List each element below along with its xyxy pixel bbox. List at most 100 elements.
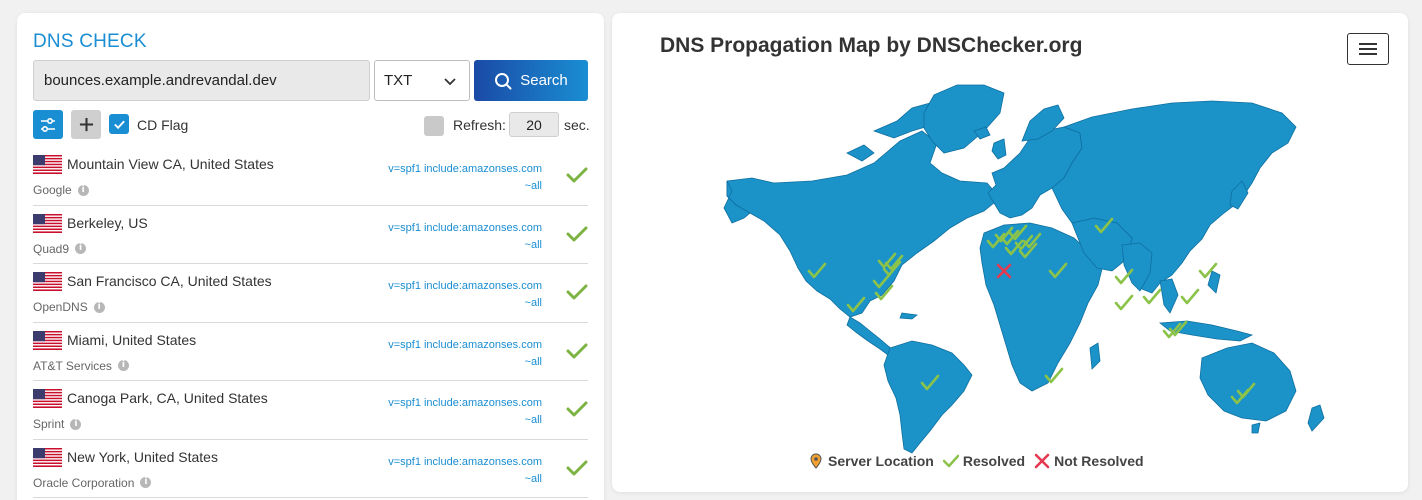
refresh-checkbox[interactable]	[424, 116, 444, 136]
menu-line	[1359, 48, 1377, 50]
map-markers	[807, 217, 1256, 405]
server-list: Mountain View CA, United States Google i…	[33, 147, 588, 498]
record-value: v=spf1 include:amazonses.com ~all	[382, 220, 542, 254]
sliders-icon	[41, 117, 55, 132]
hamburger-menu-button[interactable]	[1347, 33, 1389, 65]
domain-input[interactable]	[33, 60, 370, 101]
record-value: v=spf1 include:amazonses.com ~all	[382, 337, 542, 371]
provider-name: Oracle Corporation	[33, 475, 135, 490]
refresh-label: Refresh:	[453, 117, 506, 133]
us-flag-icon	[33, 330, 62, 350]
resolved-marker[interactable]	[872, 272, 892, 289]
us-flag-icon	[33, 389, 62, 408]
resolved-marker[interactable]	[1142, 288, 1162, 305]
provider-name: AT&T Services	[33, 358, 112, 373]
record-line: ~all	[524, 238, 542, 251]
resolved-marker[interactable]	[1044, 367, 1064, 384]
location-pin-icon	[810, 453, 822, 469]
search-button-label: Search	[520, 72, 568, 89]
server-row: San Francisco CA, United States OpenDNS …	[33, 264, 588, 323]
info-icon[interactable]: i	[117, 360, 129, 371]
map-legend: Server Location Resolved Not Resolved	[808, 453, 1144, 469]
search-button[interactable]: Search	[474, 60, 588, 101]
record-line: v=spf1 include:amazonses.com	[388, 280, 542, 292]
server-row: New York, United States Oracle Corporati…	[33, 440, 588, 498]
map-title: DNS Propagation Map by DNSChecker.org	[660, 34, 1083, 57]
resolved-marker[interactable]	[1048, 262, 1068, 279]
resolved-marker[interactable]	[1114, 268, 1134, 285]
menu-line	[1359, 53, 1377, 55]
x-mark-icon	[1034, 453, 1050, 469]
resolved-check-icon	[566, 226, 588, 241]
server-location: Canoga Park, CA, United States	[67, 390, 268, 406]
panel-title: DNS CHECK	[33, 31, 147, 52]
resolved-marker[interactable]	[1114, 294, 1134, 311]
cd-flag-checkbox[interactable]	[109, 114, 129, 134]
resolved-marker[interactable]	[920, 374, 940, 391]
record-line: v=spf1 include:amazonses.com	[388, 455, 542, 468]
server-location: Miami, United States	[67, 331, 197, 348]
us-flag-icon	[33, 155, 62, 174]
server-provider: Google i	[33, 183, 89, 197]
plus-icon	[79, 117, 93, 132]
record-line: ~all	[524, 472, 542, 485]
record-line: ~all	[524, 414, 542, 426]
resolved-check-icon	[566, 167, 588, 183]
legend-label: Server Location	[828, 453, 934, 469]
resolved-marker[interactable]	[846, 296, 866, 313]
dns-check-panel: DNS CHECK TXT Search CD Flag Refresh:	[17, 13, 604, 500]
resolved-marker[interactable]	[1198, 262, 1218, 279]
legend-label: Resolved	[962, 453, 1026, 469]
record-value: v=spf1 include:amazonses.com ~all	[382, 161, 542, 195]
record-value: v=spf1 include:amazonses.com ~all	[382, 454, 542, 488]
info-icon[interactable]: i	[70, 418, 82, 430]
record-line: v=spf1 include:amazonses.com	[388, 221, 542, 234]
us-flag-icon	[33, 213, 62, 233]
record-value: v=spf1 include:amazonses.com ~all	[382, 278, 542, 312]
info-icon[interactable]: i	[93, 301, 105, 313]
provider-name: Quad9	[33, 241, 70, 256]
server-row: Berkeley, US Quad9 i v=spf1 include:amaz…	[33, 206, 588, 264]
refresh-unit-label: sec.	[564, 117, 590, 133]
legend-not-resolved: Not Resolved	[1034, 453, 1144, 469]
record-line: v=spf1 include:amazonses.com	[388, 163, 542, 175]
legend-resolved: Resolved	[942, 453, 1026, 469]
us-flag-icon	[33, 447, 62, 467]
server-row: Canoga Park, CA, United States Sprint i …	[33, 381, 588, 440]
server-provider: Sprint i	[33, 417, 82, 431]
info-icon[interactable]: i	[75, 243, 87, 254]
resolved-check-icon	[566, 343, 588, 358]
resolved-marker[interactable]	[1180, 288, 1200, 305]
server-provider: Quad9 i	[33, 241, 87, 256]
record-value: v=spf1 include:amazonses.com ~all	[382, 395, 542, 429]
propagation-map-panel: DNS Propagation Map by DNSChecker.org Se…	[612, 13, 1408, 492]
search-icon	[495, 72, 512, 89]
not-resolved-marker[interactable]	[996, 263, 1012, 279]
resolved-marker[interactable]	[807, 262, 827, 279]
resolved-marker[interactable]	[1168, 320, 1188, 337]
record-line: ~all	[524, 355, 542, 368]
info-icon[interactable]: i	[140, 477, 152, 488]
server-location: Berkeley, US	[67, 214, 148, 231]
settings-button[interactable]	[33, 110, 63, 139]
record-type-select[interactable]: TXT	[374, 60, 470, 101]
cd-flag-label: CD Flag	[137, 117, 189, 133]
resolved-check-icon	[566, 401, 588, 417]
refresh-interval-input[interactable]	[509, 112, 559, 137]
resolved-check-icon	[566, 284, 588, 300]
server-provider: AT&T Services i	[33, 359, 129, 373]
provider-name: OpenDNS	[33, 300, 88, 314]
chevron-down-icon	[444, 78, 456, 86]
record-line: ~all	[524, 180, 542, 192]
info-icon[interactable]: i	[77, 184, 89, 196]
provider-name: Google	[33, 183, 72, 197]
record-type-value: TXT	[384, 72, 413, 89]
legend-label: Not Resolved	[1054, 453, 1144, 469]
server-provider: Oracle Corporation i	[33, 475, 152, 490]
record-line: ~all	[524, 297, 542, 309]
legend-server-location: Server Location	[808, 453, 934, 469]
check-icon	[942, 454, 959, 468]
checkmark-icon	[113, 120, 125, 129]
add-server-button[interactable]	[71, 110, 101, 139]
resolved-marker[interactable]	[1094, 217, 1114, 234]
